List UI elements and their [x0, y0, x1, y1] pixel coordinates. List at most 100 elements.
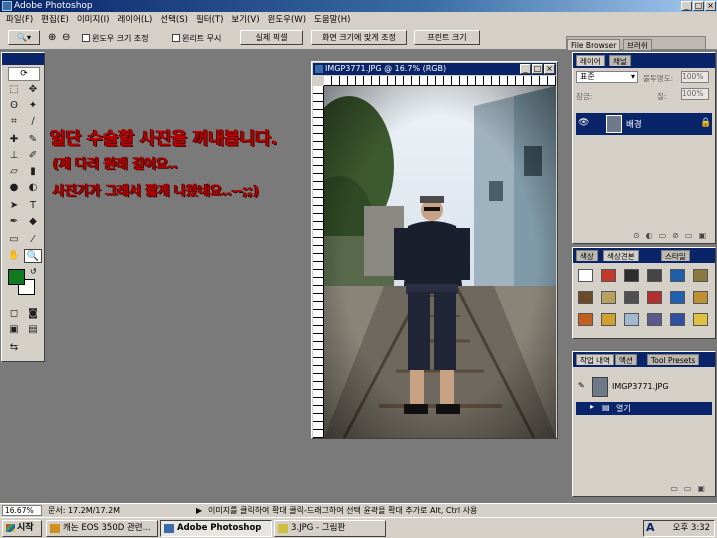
tool-presets-tab[interactable]: Tool Presets: [647, 354, 700, 365]
slice-tool-icon[interactable]: ∕: [24, 115, 42, 129]
color-swatch[interactable]: [578, 313, 593, 326]
history-step-row[interactable]: ▸ ▤ 열기: [576, 402, 712, 415]
marquee-tool-icon[interactable]: ⬚: [5, 83, 23, 97]
color-swatch[interactable]: [647, 313, 662, 326]
menu-file[interactable]: 파일(F): [2, 13, 37, 25]
clock[interactable]: 오후 3:32: [673, 523, 710, 533]
color-swatch[interactable]: [670, 291, 685, 304]
close-button[interactable]: ×: [705, 1, 716, 11]
zoom-in-icon[interactable]: ⊕: [48, 32, 56, 43]
menu-layer[interactable]: 레이어(L): [113, 13, 156, 25]
menu-view[interactable]: 보기(V): [227, 13, 263, 25]
notes-tool-icon[interactable]: ▭: [5, 233, 23, 247]
history-brush-tool-icon[interactable]: ✐: [24, 149, 42, 163]
type-tool-icon[interactable]: T: [24, 199, 42, 213]
color-tab[interactable]: 색상: [576, 250, 598, 261]
layers-panel-footer-icons[interactable]: ⊙◐▭⊘▭▣: [576, 231, 712, 242]
healing-brush-tool-icon[interactable]: ✚: [5, 133, 23, 147]
actions-tab[interactable]: 액션: [615, 354, 637, 365]
color-swatch[interactable]: [578, 269, 593, 282]
vertical-ruler[interactable]: [313, 86, 324, 438]
swatches-tab[interactable]: 색상견본: [603, 250, 639, 261]
layers-tab[interactable]: 레이어: [576, 55, 605, 66]
zoom-tool-preset-button[interactable]: 🔍▾: [8, 30, 40, 45]
lasso-tool-icon[interactable]: ʘ: [5, 99, 23, 113]
eyedropper-tool-icon[interactable]: ⁄: [24, 233, 42, 247]
color-swatch[interactable]: [601, 269, 616, 282]
history-brush-source-icon[interactable]: ✎: [578, 381, 585, 390]
resize-window-checkbox[interactable]: 윈도우 크기 조정: [82, 33, 149, 44]
taskbar-item-paint[interactable]: 3.JPG - 그림판: [274, 520, 386, 537]
brush-tool-icon[interactable]: ✎: [24, 133, 42, 147]
crop-tool-icon[interactable]: ⌗: [5, 115, 23, 129]
blend-mode-select[interactable]: 표준 ▾: [576, 71, 638, 83]
styles-tab[interactable]: 스타일: [661, 250, 690, 261]
status-arrow-icon[interactable]: ▶: [196, 504, 202, 518]
eraser-tool-icon[interactable]: ▱: [5, 165, 23, 179]
document-minimize-button[interactable]: _: [520, 64, 531, 74]
minimize-button[interactable]: _: [681, 1, 692, 11]
color-swatch[interactable]: [624, 291, 639, 304]
magic-wand-tool-icon[interactable]: ✦: [24, 99, 42, 113]
ignore-palettes-checkbox[interactable]: 윈리트 무시: [172, 33, 221, 44]
fit-on-screen-button[interactable]: 화면 크기에 맞게 조정: [311, 30, 407, 45]
feather-logo-icon[interactable]: ⟳: [8, 67, 40, 81]
color-swatch[interactable]: [670, 269, 685, 282]
app-title-bar[interactable]: Adobe Photoshop _ □ ×: [0, 0, 717, 12]
dodge-tool-icon[interactable]: ◐: [24, 181, 42, 195]
move-tool-icon[interactable]: ✥: [24, 83, 42, 97]
menu-filter[interactable]: 필터(T): [192, 13, 227, 25]
photo-canvas[interactable]: [324, 86, 556, 438]
screen-mode-full-icon[interactable]: ▤: [24, 323, 42, 337]
file-browser-tab[interactable]: File Browser: [567, 39, 621, 50]
zoom-tool-icon[interactable]: 🔍: [24, 249, 42, 263]
actual-pixels-button[interactable]: 실제 픽셀: [240, 30, 303, 45]
screen-mode-standard-icon[interactable]: ▣: [5, 323, 23, 337]
jump-to-imageready-icon[interactable]: ⇆: [5, 341, 23, 355]
color-swatch[interactable]: [624, 313, 639, 326]
zoom-out-icon[interactable]: ⊖: [62, 32, 70, 43]
color-swatch[interactable]: [670, 313, 685, 326]
layer-row-background[interactable]: 👁 배경 🔒: [576, 113, 712, 135]
menu-select[interactable]: 선택(S): [156, 13, 192, 25]
history-panel-footer-icons[interactable]: ▭▭▣: [653, 484, 711, 495]
menu-help[interactable]: 도움말(H): [310, 13, 354, 25]
opacity-field[interactable]: 100%: [681, 71, 709, 83]
color-swatch[interactable]: [578, 291, 593, 304]
blur-tool-icon[interactable]: ●: [5, 181, 23, 195]
channels-tab[interactable]: 채널: [609, 55, 631, 66]
fill-field[interactable]: 100%: [681, 88, 709, 100]
quick-mask-mode-icon[interactable]: ◙: [24, 307, 42, 321]
menu-window[interactable]: 윈도우(W): [264, 13, 311, 25]
zoom-field[interactable]: 16.67%: [2, 505, 42, 516]
layer-visibility-eye-icon[interactable]: 👁: [578, 118, 589, 128]
history-tab[interactable]: 작업 내역: [576, 354, 614, 365]
color-swatch[interactable]: [624, 269, 639, 282]
shape-tool-icon[interactable]: ◆: [24, 215, 42, 229]
swap-colors-icon[interactable]: ↺: [30, 267, 37, 276]
start-button[interactable]: 시작: [2, 520, 42, 537]
history-snapshot-row[interactable]: ✎ IMGP3771.JPG: [576, 376, 712, 398]
maximize-button[interactable]: □: [693, 1, 704, 11]
document-window[interactable]: IMGP3771.JPG @ 16.7% (RGB) _ □ ×: [311, 61, 558, 439]
foreground-color-swatch[interactable]: [8, 269, 25, 285]
document-maximize-button[interactable]: □: [532, 64, 543, 74]
gradient-tool-icon[interactable]: ▮: [24, 165, 42, 179]
color-swatch[interactable]: [693, 291, 708, 304]
color-swatch[interactable]: [693, 313, 708, 326]
color-swatch[interactable]: [647, 291, 662, 304]
taskbar-item-canon[interactable]: 캐논 EOS 350D 관련...: [46, 520, 158, 537]
menu-edit[interactable]: 편집(E): [37, 13, 73, 25]
document-title-bar[interactable]: IMGP3771.JPG @ 16.7% (RGB) _ □ ×: [313, 63, 556, 75]
brushes-tab[interactable]: 브러쉬: [623, 39, 652, 50]
color-swatch[interactable]: [601, 291, 616, 304]
path-selection-tool-icon[interactable]: ➤: [5, 199, 23, 213]
clone-stamp-tool-icon[interactable]: ⊥: [5, 149, 23, 163]
print-size-button[interactable]: 프린트 크기: [414, 30, 480, 45]
pen-tool-icon[interactable]: ✒: [5, 215, 23, 229]
hand-tool-icon[interactable]: ✋: [5, 249, 23, 263]
color-swatch[interactable]: [647, 269, 662, 282]
standard-mode-icon[interactable]: ◻: [5, 307, 23, 321]
toolbox-header[interactable]: [2, 53, 44, 65]
taskbar-item-photoshop[interactable]: Adobe Photoshop: [160, 520, 272, 537]
